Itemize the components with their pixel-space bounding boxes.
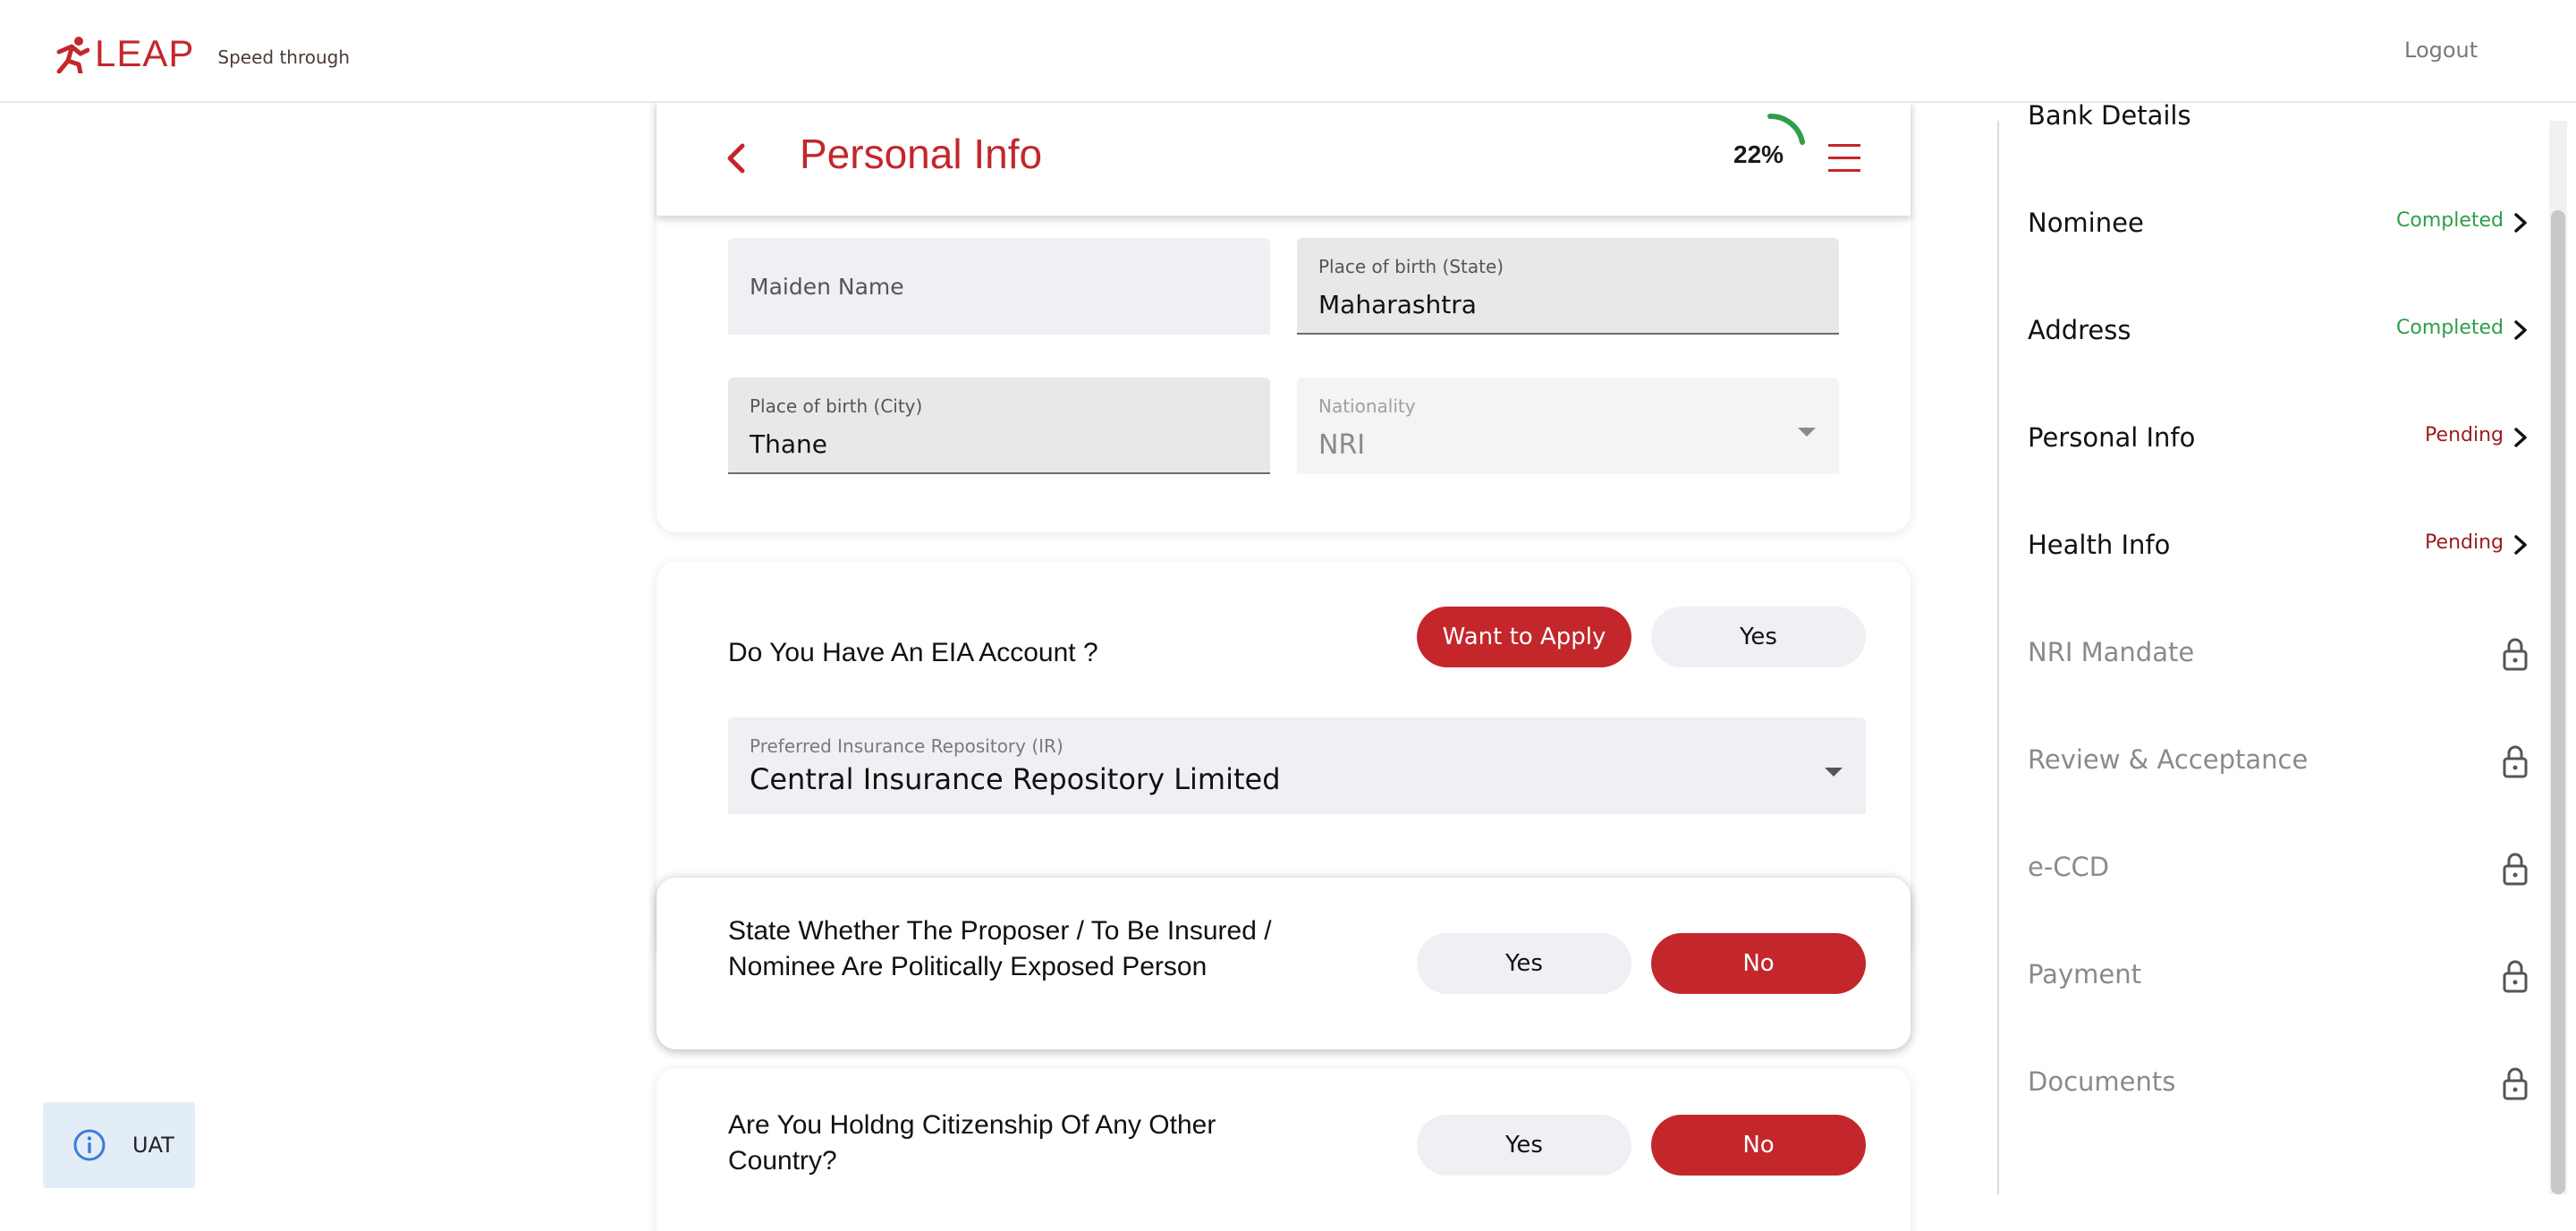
insurance-repository-value: Central Insurance Repository Limited — [750, 762, 1281, 796]
citizenship-question-line1: Are You Holdng Citizenship Of Any Other — [728, 1110, 1216, 1140]
pep-question-line1: State Whether The Proposer / To Be Insur… — [728, 916, 1272, 946]
top-bar: LEAP Speed through Logout — [0, 0, 2576, 103]
sidebar-item-health-info[interactable]: Health Info Pending — [2028, 519, 2529, 573]
brand-name: LEAP — [95, 32, 195, 74]
eia-yes-button[interactable]: Yes — [1651, 607, 1866, 667]
insurance-repository-select[interactable]: Preferred Insurance Repository (IR) Cent… — [728, 717, 1866, 814]
sidebar-item-e-ccd: e-CCD — [2028, 841, 2529, 895]
chevron-right-icon — [2514, 535, 2527, 555]
chevron-right-icon — [2514, 213, 2527, 233]
politically-exposed-card: State Whether The Proposer / To Be Insur… — [657, 878, 1911, 1049]
menu-icon[interactable] — [1828, 144, 1864, 174]
status-badge: Pending — [2425, 531, 2504, 554]
maiden-name-field[interactable]: Maiden Name — [728, 238, 1270, 335]
brand-tagline: Speed through — [217, 47, 351, 68]
birth-city-value: Thane — [750, 429, 827, 459]
page-title: Personal Info — [800, 131, 1043, 177]
birth-city-label: Place of birth (City) — [750, 395, 923, 417]
main-content: Maiden Name Place of birth (State) Mahar… — [657, 67, 1911, 1231]
eia-want-to-apply-button[interactable]: Want to Apply — [1417, 607, 1631, 667]
sidebar-divider — [1997, 121, 1999, 1194]
citizenship-card: Are You Holdng Citizenship Of Any Other … — [657, 1068, 1911, 1231]
sidebar-item-label: Nominee — [2028, 208, 2144, 238]
sidebar-item-label: Bank Details — [2028, 100, 2191, 129]
chevron-right-icon — [2514, 428, 2527, 447]
insurance-repository-label: Preferred Insurance Repository (IR) — [750, 735, 1063, 757]
sidebar-item-label: Documents — [2028, 1066, 2176, 1097]
status-badge: Completed — [2396, 317, 2504, 339]
lock-icon — [2503, 745, 2528, 778]
pep-question-line2: Nominee Are Politically Exposed Person — [728, 952, 1208, 981]
sidebar-item-label: e-CCD — [2028, 852, 2110, 882]
sidebar-item-label: Payment — [2028, 959, 2141, 989]
back-button[interactable] — [717, 139, 757, 178]
sidebar-item-payment: Payment — [2028, 948, 2529, 1002]
lock-icon — [2503, 960, 2528, 993]
sidebar-item-review-acceptance: Review & Acceptance — [2028, 734, 2529, 787]
eia-question: Do You Have An EIA Account ? — [728, 638, 1098, 667]
sidebar-item-documents: Documents — [2028, 1056, 2529, 1109]
sidebar-item-address[interactable]: Address Completed — [2028, 304, 2529, 358]
nationality-value: NRI — [1318, 429, 1366, 461]
sidebar-item-personal-info[interactable]: Personal Info Pending — [2028, 412, 2529, 465]
environment-badge[interactable]: UAT — [43, 1102, 195, 1188]
status-badge: Completed — [2396, 209, 2504, 232]
progress-label: 22% — [1733, 140, 1784, 168]
lock-icon — [2503, 1067, 2528, 1100]
pep-question: State Whether The Proposer / To Be Insur… — [728, 913, 1272, 985]
sidebar-item-label: Review & Acceptance — [2028, 744, 2309, 775]
pep-no-button[interactable]: No — [1651, 933, 1866, 994]
pep-yes-button[interactable]: Yes — [1417, 933, 1631, 994]
sidebar-item-nominee[interactable]: Nominee Completed — [2028, 197, 2529, 250]
birth-state-field[interactable]: Place of birth (State) Maharashtra — [1297, 238, 1839, 335]
citizenship-question-line2: Country? — [728, 1146, 837, 1176]
sidebar-item-label: Health Info — [2028, 530, 2171, 560]
citizenship-yes-button[interactable]: Yes — [1417, 1115, 1631, 1176]
runner-icon — [56, 37, 89, 73]
page-header: Personal Info 22% — [657, 103, 1911, 216]
status-badge: Pending — [2425, 424, 2504, 446]
lock-icon — [2503, 853, 2528, 886]
info-icon — [73, 1129, 106, 1161]
sidebar-scrollbar-thumb[interactable] — [2551, 210, 2565, 1194]
chevron-right-icon — [2514, 320, 2527, 340]
birth-state-value: Maharashtra — [1318, 290, 1477, 319]
maiden-name-placeholder: Maiden Name — [750, 274, 904, 300]
environment-label: UAT — [132, 1133, 174, 1158]
nationality-label: Nationality — [1318, 395, 1416, 417]
sidebar-item-label: Personal Info — [2028, 422, 2196, 453]
birth-state-label: Place of birth (State) — [1318, 256, 1504, 277]
chevron-down-icon — [1825, 768, 1843, 777]
logout-link[interactable]: Logout — [2404, 38, 2478, 63]
chevron-down-icon — [1798, 428, 1816, 437]
sidebar-item-nri-mandate: NRI Mandate — [2028, 626, 2529, 680]
lock-icon — [2503, 638, 2528, 671]
citizenship-question: Are You Holdng Citizenship Of Any Other … — [728, 1108, 1216, 1179]
birth-city-field[interactable]: Place of birth (City) Thane — [728, 378, 1270, 474]
citizenship-no-button[interactable]: No — [1651, 1115, 1866, 1176]
brand-logo[interactable]: LEAP Speed through — [54, 32, 350, 75]
sidebar-item-label: NRI Mandate — [2028, 637, 2195, 667]
chevron-left-icon — [727, 143, 745, 174]
nationality-select: Nationality NRI — [1297, 378, 1839, 474]
sidebar-item-label: Address — [2028, 315, 2131, 345]
